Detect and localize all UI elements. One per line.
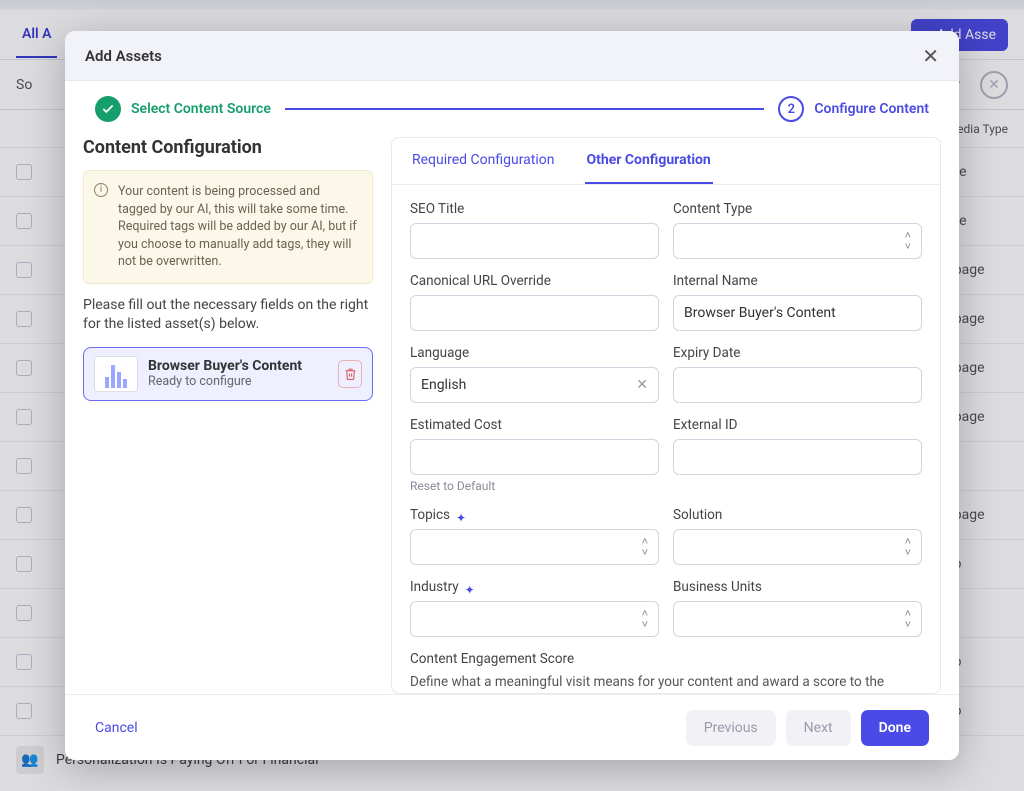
modal-title: Add Assets [85, 47, 162, 65]
step-2-number: 2 [778, 96, 804, 122]
est-cost-label: Estimated Cost [410, 417, 659, 433]
notice-text: Your content is being processed and tagg… [118, 184, 357, 269]
step-1-label: Select Content Source [131, 101, 271, 117]
tab-other-config[interactable]: Other Configuration [585, 138, 713, 184]
field-expiry: Expiry Date [673, 345, 922, 403]
language-label: Language [410, 345, 659, 361]
chevron-updown-icon: ˄˅ [905, 536, 911, 558]
asset-name: Browser Buyer's Content [148, 358, 328, 374]
field-solution: Solution ˄˅ [673, 507, 922, 565]
business-units-label: Business Units [673, 579, 922, 595]
sparkle-icon: ✦ [456, 511, 466, 525]
clear-language-icon[interactable]: ✕ [636, 377, 648, 393]
content-config-heading: Content Configuration [83, 137, 373, 158]
form-scroll[interactable]: SEO Title Content Type ˄˅ Canonical URL … [392, 185, 940, 693]
seo-title-input[interactable] [410, 223, 659, 259]
internal-name-input[interactable] [673, 295, 922, 331]
chevron-updown-icon: ˄˅ [905, 230, 911, 252]
reset-to-default[interactable]: Reset to Default [410, 479, 659, 493]
language-select[interactable]: English ✕ [410, 367, 659, 403]
industry-select[interactable]: ˄˅ [410, 601, 659, 637]
content-type-label: Content Type [673, 201, 922, 217]
asset-status: Ready to configure [148, 374, 328, 389]
expiry-input[interactable] [673, 367, 922, 403]
asset-thumbnail [94, 356, 138, 392]
field-industry: Industry ✦ ˄˅ [410, 579, 659, 637]
close-icon[interactable]: ✕ [922, 44, 939, 68]
modal-header: Add Assets ✕ [65, 31, 959, 81]
field-est-cost: Estimated Cost Reset to Default [410, 417, 659, 493]
step-2-label: Configure Content [814, 101, 929, 117]
expiry-label: Expiry Date [673, 345, 922, 361]
ces-label: Content Engagement Score [410, 651, 922, 667]
delete-asset-button[interactable] [338, 360, 362, 388]
external-id-input[interactable] [673, 439, 922, 475]
field-canonical: Canonical URL Override [410, 273, 659, 331]
trash-icon [344, 367, 357, 381]
field-language: Language English ✕ [410, 345, 659, 403]
topics-label: Topics [410, 507, 450, 523]
field-content-type: Content Type ˄˅ [673, 201, 922, 259]
est-cost-input[interactable] [410, 439, 659, 475]
language-value: English [421, 377, 466, 393]
next-button[interactable]: Next [786, 710, 851, 746]
chevron-updown-icon: ˄˅ [905, 608, 911, 630]
business-units-select[interactable]: ˄˅ [673, 601, 922, 637]
field-ces: Content Engagement Score Define what a m… [410, 651, 922, 693]
topics-select[interactable]: ˄˅ [410, 529, 659, 565]
external-id-label: External ID [673, 417, 922, 433]
step-1: Select Content Source [95, 96, 271, 122]
instruction-text: Please fill out the necessary fields on … [83, 296, 373, 335]
field-business-units: Business Units ˄˅ [673, 579, 922, 637]
content-type-select[interactable]: ˄˅ [673, 223, 922, 259]
ai-processing-notice: i Your content is being processed and ta… [83, 170, 373, 284]
canonical-input[interactable] [410, 295, 659, 331]
modal-overlay: Add Assets ✕ Select Content Source 2 Con… [0, 0, 1024, 791]
right-panel: Required Configuration Other Configurati… [391, 137, 941, 694]
info-icon: i [94, 183, 108, 197]
internal-name-label: Internal Name [673, 273, 922, 289]
ces-description: Define what a meaningful visit means for… [410, 673, 922, 693]
canonical-label: Canonical URL Override [410, 273, 659, 289]
field-internal-name: Internal Name [673, 273, 922, 331]
solution-select[interactable]: ˄˅ [673, 529, 922, 565]
chevron-updown-icon: ˄˅ [642, 536, 648, 558]
previous-button[interactable]: Previous [686, 710, 776, 746]
asset-card[interactable]: Browser Buyer's Content Ready to configu… [83, 347, 373, 401]
done-button[interactable]: Done [861, 710, 929, 746]
sparkle-icon: ✦ [465, 583, 475, 597]
industry-label: Industry [410, 579, 459, 595]
add-assets-modal: Add Assets ✕ Select Content Source 2 Con… [65, 31, 959, 760]
seo-title-label: SEO Title [410, 201, 659, 217]
config-tabs: Required Configuration Other Configurati… [392, 138, 940, 185]
left-panel: Content Configuration i Your content is … [83, 137, 373, 694]
field-external-id: External ID [673, 417, 922, 493]
modal-footer: Cancel Previous Next Done [65, 694, 959, 760]
step-connector [285, 108, 764, 110]
field-topics: Topics ✦ ˄˅ [410, 507, 659, 565]
chevron-updown-icon: ˄˅ [642, 608, 648, 630]
solution-label: Solution [673, 507, 922, 523]
field-seo-title: SEO Title [410, 201, 659, 259]
step-2: 2 Configure Content [778, 96, 929, 122]
stepper: Select Content Source 2 Configure Conten… [65, 81, 959, 137]
check-icon [95, 96, 121, 122]
cancel-button[interactable]: Cancel [95, 720, 138, 736]
tab-required-config[interactable]: Required Configuration [410, 138, 557, 184]
